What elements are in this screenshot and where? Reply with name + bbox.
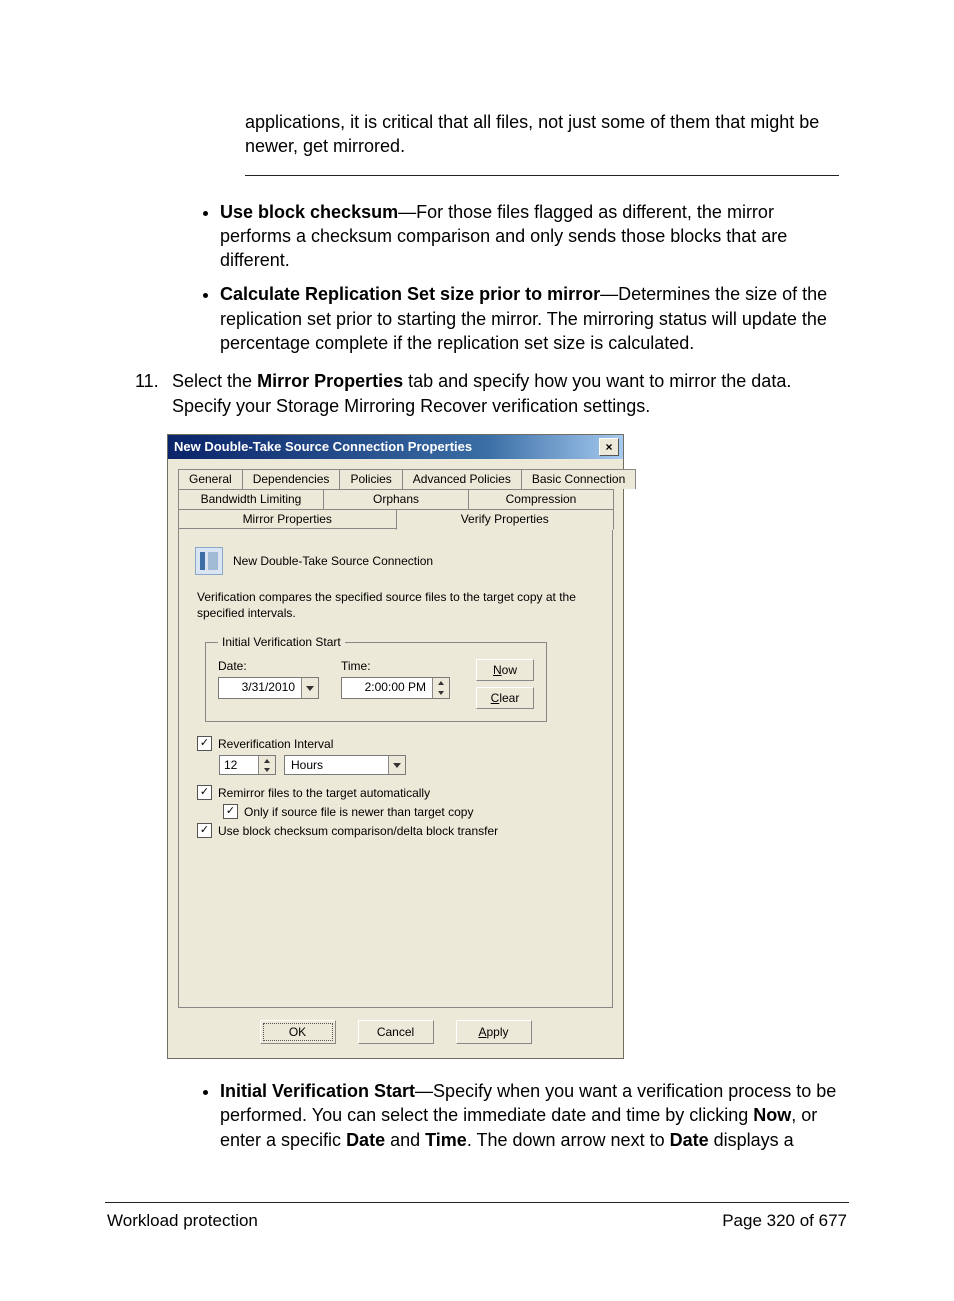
tab-general[interactable]: General	[178, 469, 243, 489]
footer-rule	[105, 1202, 849, 1203]
apply-button[interactable]: Apply	[456, 1020, 532, 1044]
time-spinner[interactable]	[432, 678, 449, 698]
reverify-value-field[interactable]: 12	[219, 755, 276, 775]
dialog-title: New Double-Take Source Connection Proper…	[174, 439, 472, 454]
tab-policies[interactable]: Policies	[339, 469, 402, 489]
tab-advanced-policies[interactable]: Advanced Policies	[402, 469, 522, 489]
clear-button[interactable]: Clear	[476, 687, 534, 709]
dialog-footer: OK Cancel Apply	[168, 1008, 623, 1058]
date-label: Date:	[218, 659, 319, 673]
tab-orphans[interactable]: Orphans	[323, 489, 469, 509]
only-if-newer-check[interactable]: ✓ Only if source file is newer than targ…	[223, 804, 596, 819]
date-value: 3/31/2010	[219, 678, 301, 698]
footer-section: Workload protection	[107, 1211, 258, 1231]
cancel-button[interactable]: Cancel	[358, 1020, 434, 1044]
footer-page-number: Page 320 of 677	[722, 1211, 847, 1231]
intro-trailing: applications, it is critical that all fi…	[245, 110, 839, 159]
bullet-use-block-checksum: Use block checksum—For those files flagg…	[220, 200, 839, 273]
tab-basic-connection[interactable]: Basic Connection	[521, 469, 636, 489]
remirror-auto-check[interactable]: ✓ Remirror files to the target automatic…	[197, 785, 596, 800]
checkbox-icon[interactable]: ✓	[197, 785, 212, 800]
time-value: 2:00:00 PM	[342, 678, 432, 698]
now-button[interactable]: Now	[476, 659, 534, 681]
feature-bullets: Use block checksum—For those files flagg…	[200, 200, 839, 356]
panel-icon	[195, 547, 223, 575]
block-checksum-check[interactable]: ✓ Use block checksum comparison/delta bl…	[197, 823, 596, 838]
panel-description: Verification compares the specified sour…	[197, 589, 596, 621]
tab-mirror-properties[interactable]: Mirror Properties	[178, 509, 397, 529]
post-dialog-bullets: Initial Verification Start—Specify when …	[200, 1079, 839, 1152]
tabs-row-2: Bandwidth Limiting Orphans Compression	[178, 489, 613, 509]
bullet-initial-verification-start: Initial Verification Start—Specify when …	[220, 1079, 839, 1152]
checkbox-icon[interactable]: ✓	[223, 804, 238, 819]
group-legend: Initial Verification Start	[218, 635, 345, 649]
reverification-interval-check[interactable]: ✓ Reverification Interval	[197, 736, 596, 751]
tab-compression[interactable]: Compression	[468, 489, 614, 509]
divider	[245, 175, 839, 176]
tabs-row-3: Mirror Properties Verify Properties	[178, 509, 613, 529]
dialog-titlebar: New Double-Take Source Connection Proper…	[168, 435, 623, 459]
time-field[interactable]: 2:00:00 PM	[341, 677, 450, 699]
chevron-down-icon[interactable]	[301, 678, 318, 698]
tabs-row-1: General Dependencies Policies Advanced P…	[178, 469, 613, 489]
connection-properties-dialog: New Double-Take Source Connection Proper…	[167, 434, 624, 1059]
ok-button[interactable]: OK	[260, 1020, 336, 1044]
tab-verify-properties[interactable]: Verify Properties	[396, 509, 615, 530]
checkbox-icon[interactable]: ✓	[197, 736, 212, 751]
verify-properties-panel: New Double-Take Source Connection Verifi…	[178, 528, 613, 1008]
tab-dependencies[interactable]: Dependencies	[242, 469, 341, 489]
date-field[interactable]: 3/31/2010	[218, 677, 319, 699]
step-11: 11. Select the Mirror Properties tab and…	[135, 369, 839, 418]
page-footer: Workload protection Page 320 of 677	[105, 1211, 849, 1261]
panel-heading: New Double-Take Source Connection	[233, 554, 433, 568]
chevron-down-icon[interactable]	[388, 756, 405, 774]
bullet-calc-repset-size: Calculate Replication Set size prior to …	[220, 282, 839, 355]
checkbox-icon[interactable]: ✓	[197, 823, 212, 838]
close-icon[interactable]: ×	[599, 438, 619, 456]
tab-bandwidth-limiting[interactable]: Bandwidth Limiting	[178, 489, 324, 509]
reverify-unit-dropdown[interactable]: Hours	[284, 755, 406, 775]
reverify-spinner[interactable]	[258, 756, 275, 774]
initial-verification-group: Initial Verification Start Date: 3/31/20…	[205, 635, 547, 722]
time-label: Time:	[341, 659, 450, 673]
